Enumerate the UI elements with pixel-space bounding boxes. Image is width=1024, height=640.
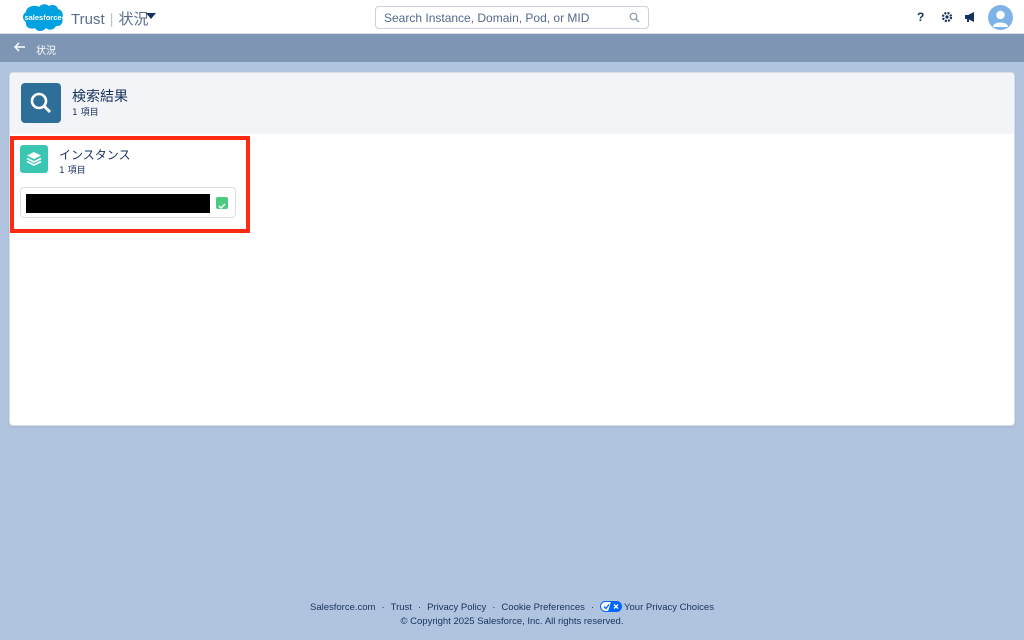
instance-name-redacted[interactable]: [26, 194, 210, 213]
footer-link-salesforce[interactable]: Salesforce.com: [310, 602, 375, 613]
status-ok-icon: [216, 197, 228, 210]
search-box[interactable]: [375, 6, 649, 29]
footer-links: Salesforce.com · Trust · Privacy Policy · Cook…: [0, 601, 1024, 613]
footer-dot: ·: [492, 602, 496, 613]
instance-row[interactable]: [20, 187, 236, 218]
back-arrow-icon[interactable]: [14, 42, 26, 52]
footer-dot: ·: [590, 602, 595, 613]
salesforce-logo[interactable]: salesforce: [22, 3, 64, 32]
results-header: 検索結果 1 項目: [10, 73, 1014, 134]
results-card: 検索結果 1 項目: [9, 72, 1015, 426]
app-name: Trust: [71, 11, 105, 28]
app-title: Trust | 状況: [71, 8, 149, 29]
instances-title: インスタンス: [59, 148, 131, 162]
copyright: © Copyright 2025 Salesforce, Inc. All ri…: [400, 616, 624, 627]
sub-header: 状況: [0, 34, 1024, 62]
back-link-label[interactable]: 状況: [36, 42, 56, 57]
results-count: 1 項目: [72, 108, 99, 118]
title-separator: |: [109, 11, 114, 28]
search-icon[interactable]: [629, 12, 640, 23]
stack-icon: [20, 145, 48, 173]
help-icon[interactable]: ?: [917, 10, 924, 24]
megaphone-icon[interactable]: [964, 11, 977, 23]
avatar[interactable]: [988, 5, 1013, 30]
footer-dot: ·: [381, 602, 385, 613]
footer-link-privacy-choices[interactable]: Your Privacy Choices: [624, 602, 714, 613]
privacy-choices-icon: [600, 601, 623, 612]
logo-text: salesforce: [24, 13, 62, 22]
user-icon: [993, 10, 1008, 27]
footer-link-privacy-policy[interactable]: Privacy Policy: [427, 602, 486, 613]
top-header: salesforce Trust|状況 ?: [0, 0, 1024, 34]
footer-link-trust[interactable]: Trust: [391, 602, 412, 613]
gear-icon[interactable]: [941, 11, 953, 23]
results-title: 検索結果: [72, 89, 128, 105]
search-results-icon: [21, 83, 61, 123]
footer-dot: ·: [417, 602, 422, 613]
instances-count: 1 項目: [59, 166, 86, 176]
app-menu-caret-icon[interactable]: [146, 13, 156, 19]
app-section: 状況: [118, 11, 149, 28]
search-input[interactable]: [384, 11, 614, 25]
footer-link-cookie-preferences[interactable]: Cookie Preferences: [501, 602, 584, 613]
